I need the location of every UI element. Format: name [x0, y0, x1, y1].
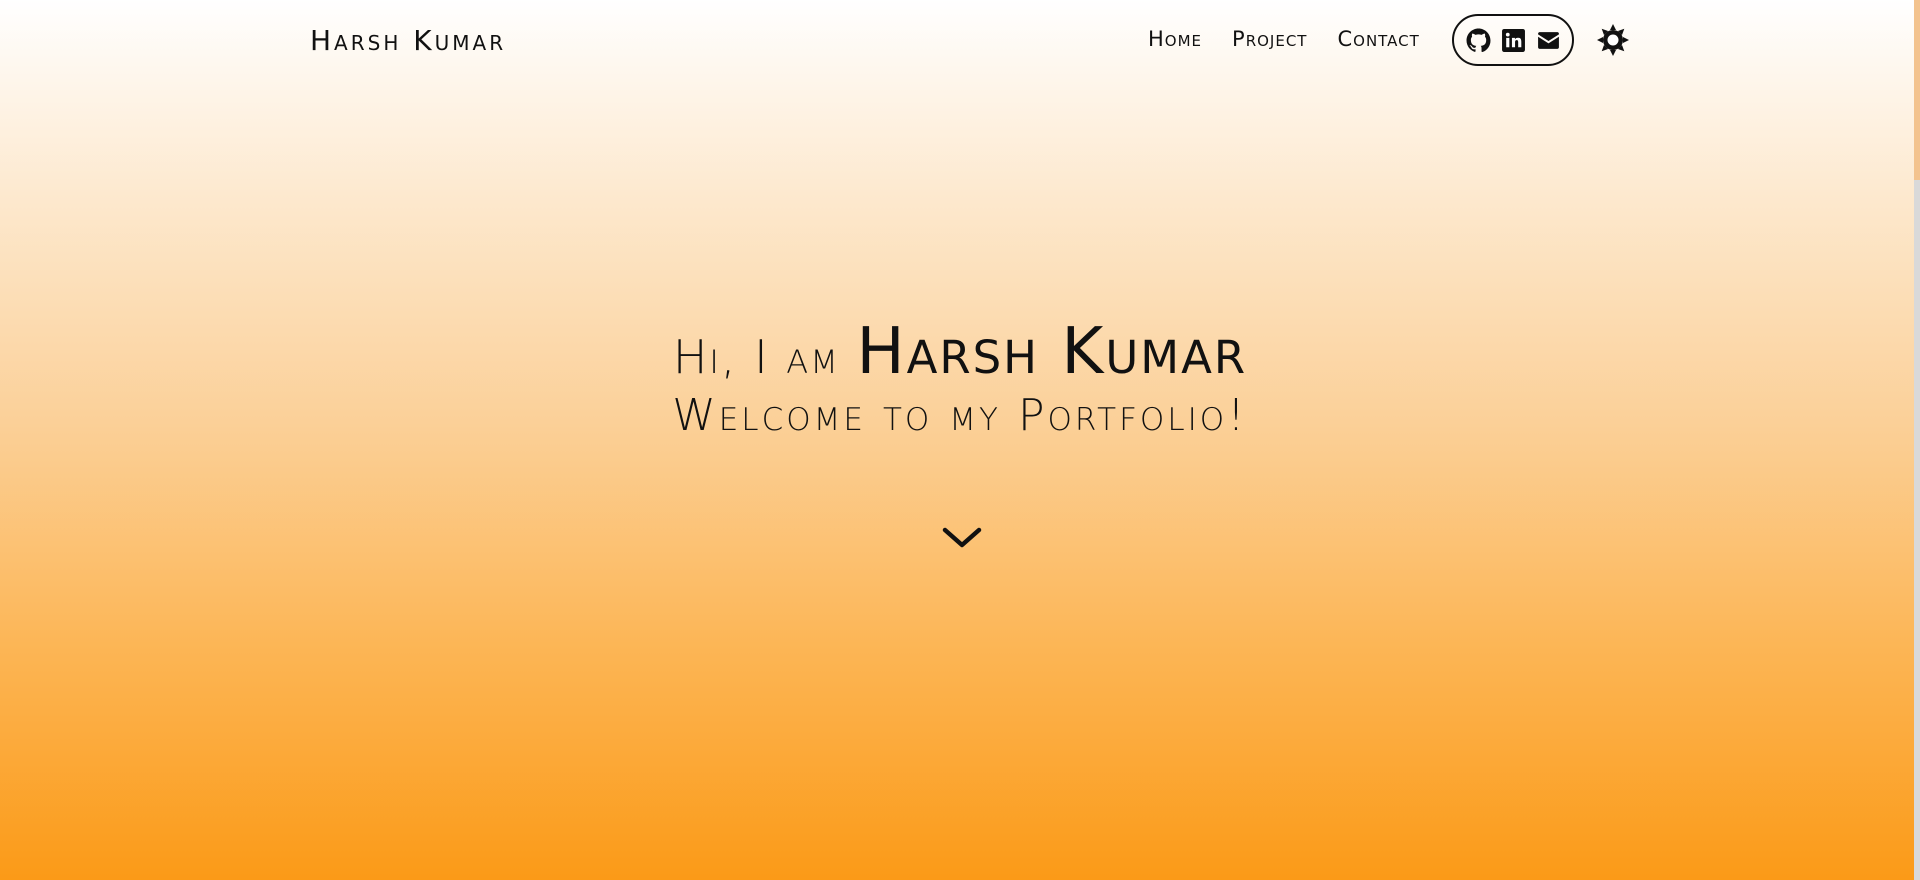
hero-welcome: Welcome to my Portfolio!: [672, 390, 1248, 441]
nav-links: Home Project Contact: [1148, 27, 1420, 51]
theme-toggle-sun-icon[interactable]: [1597, 24, 1629, 56]
page: Harsh Kumar Home Project Contact Hi, I a…: [0, 0, 1920, 880]
nav-link-contact[interactable]: Contact: [1337, 27, 1419, 51]
chevron-down-icon[interactable]: [941, 524, 983, 552]
linkedin-icon[interactable]: [1501, 28, 1526, 53]
nav-link-home[interactable]: Home: [1148, 27, 1202, 51]
scrollbar[interactable]: [1914, 0, 1920, 880]
hero-heading: Hi, I am Harsh Kumar: [0, 320, 1920, 384]
github-icon[interactable]: [1466, 28, 1491, 53]
social-links: [1452, 14, 1574, 66]
scrollbar-thumb[interactable]: [1914, 180, 1920, 880]
hero-name: Harsh Kumar: [856, 315, 1248, 389]
envelope-icon[interactable]: [1536, 28, 1561, 53]
hero-greeting: Hi, I am: [672, 330, 857, 384]
hero-section: Hi, I am Harsh Kumar Welcome to my Portf…: [0, 320, 1920, 441]
navbar: Harsh Kumar Home Project Contact: [0, 0, 1920, 84]
brand-logo[interactable]: Harsh Kumar: [310, 24, 506, 57]
nav-link-project[interactable]: Project: [1232, 27, 1307, 51]
